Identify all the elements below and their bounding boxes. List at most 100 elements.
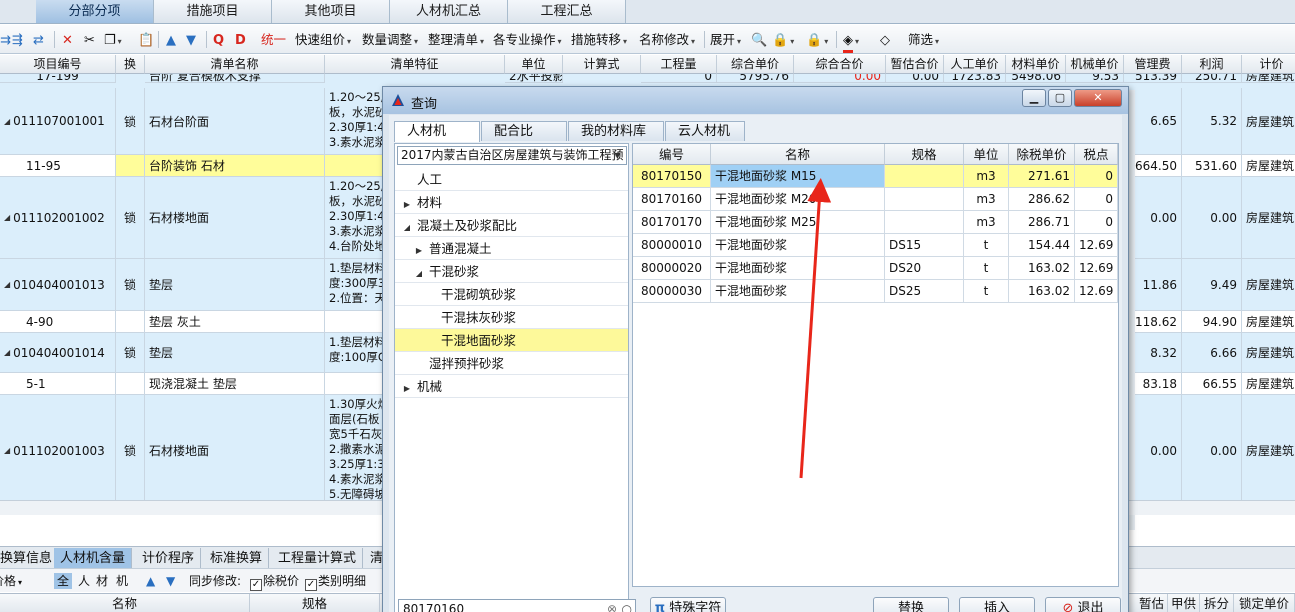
insert-icon[interactable]: ⇉ xyxy=(0,30,11,49)
rename-button[interactable]: 名称修改 ▾ xyxy=(639,30,695,49)
collapse-icon[interactable]: ◢ xyxy=(4,446,10,455)
eraser-icon[interactable]: ◇ xyxy=(880,30,890,49)
tab-gongcheng[interactable]: 工程汇总 xyxy=(508,0,626,23)
measure-transfer-button[interactable]: 措施转移 ▾ xyxy=(571,30,627,49)
search-icon[interactable]: ○ xyxy=(622,600,632,612)
price-dropdown[interactable]: 价格▾ xyxy=(0,573,22,589)
tree-item[interactable]: 人工 xyxy=(395,168,628,191)
collapse-icon[interactable]: ◢ xyxy=(4,348,10,357)
collapse-icon[interactable]: ◢ xyxy=(4,117,10,126)
tree-item[interactable]: 干混砌筑砂浆 xyxy=(395,283,628,306)
quick-price-button[interactable]: 快速组价 ▾ xyxy=(295,30,351,49)
tax-price-checkbox[interactable]: ✓ 除税价 xyxy=(250,573,299,591)
tab-rencaiji[interactable]: 人材机汇总 xyxy=(390,0,508,23)
col-est[interactable]: 暂估合价 xyxy=(886,55,944,74)
tab-pricing-program[interactable]: 计价程序 xyxy=(136,548,202,569)
tab-fenbu[interactable]: 分部分项 xyxy=(36,0,154,23)
insert-button[interactable]: 插入 xyxy=(959,597,1035,612)
tab-cuoshi[interactable]: 措施项目 xyxy=(154,0,272,23)
chevron-down-icon[interactable]: ▼ xyxy=(611,147,624,164)
col-material[interactable]: 材料单价 xyxy=(1006,55,1066,74)
col-rname[interactable]: 名称 xyxy=(711,144,885,165)
col-total[interactable]: 综合合价 xyxy=(794,55,886,74)
col-swap[interactable]: 换 xyxy=(116,55,145,74)
collapse-icon[interactable]: ◢ xyxy=(401,216,413,239)
col-res-split[interactable]: 拆分 xyxy=(1200,594,1234,612)
move-up-icon[interactable]: ▲ xyxy=(146,573,155,589)
category-detail-checkbox[interactable]: ✓ 类别明细 xyxy=(305,573,366,591)
col-res-est[interactable]: 暂估 xyxy=(1136,594,1168,612)
col-profit[interactable]: 利润 xyxy=(1182,55,1242,74)
tab-conversion-info[interactable]: 换算信息 xyxy=(0,548,60,569)
filter-labor[interactable]: 人 xyxy=(78,573,90,589)
lock-all-icon[interactable]: 🔒 ▾ xyxy=(806,30,828,49)
tab-standard-conversion[interactable]: 标准换算 xyxy=(204,548,270,569)
fill-color-icon[interactable]: ◈ ▾ xyxy=(843,30,859,53)
resource-row[interactable]: 80000030 干混地面砂浆 DS25 t 163.02 12.69 xyxy=(633,280,1118,303)
quota-d-icon[interactable]: D xyxy=(235,30,246,49)
delete-icon[interactable]: ✕ xyxy=(62,30,73,49)
copy-icon[interactable]: ❐ ▾ xyxy=(104,30,122,49)
tree-item[interactable]: ▶ 普通混凝土 xyxy=(395,237,628,260)
col-res-spec[interactable]: 规格 xyxy=(250,594,380,612)
cut-icon[interactable]: ✂ xyxy=(84,30,95,49)
filter-all[interactable]: 全 xyxy=(54,573,73,589)
tab-resource-content[interactable]: 人材机含量 xyxy=(54,548,133,569)
col-code[interactable]: 项目编号 xyxy=(0,55,116,74)
insert-child-icon[interactable]: ⇶ xyxy=(12,30,23,49)
col-machine[interactable]: 机械单价 xyxy=(1066,55,1124,74)
expand-icon[interactable]: ▶ xyxy=(413,239,425,262)
tree-item[interactable]: ◢ 干混砂浆 xyxy=(395,260,628,283)
col-features[interactable]: 清单特征 xyxy=(325,55,505,74)
resource-row[interactable]: 80170170 干混地面砂浆 M25 m3 286.71 0 xyxy=(633,211,1118,234)
lock-icon[interactable]: 🔒 ▾ xyxy=(772,30,794,49)
col-qty[interactable]: 工程量 xyxy=(641,55,717,74)
dtab-mix-ratio[interactable]: 配合比 xyxy=(481,121,567,141)
col-mgmt[interactable]: 管理费 xyxy=(1124,55,1182,74)
col-unit[interactable]: 单位 xyxy=(505,55,563,74)
tree-item[interactable]: 湿拌预拌砂浆 xyxy=(395,352,628,375)
tree-item[interactable]: 干混抹灰砂浆 xyxy=(395,306,628,329)
organize-list-button[interactable]: 整理清单 ▾ xyxy=(428,30,484,49)
tab-qita[interactable]: 其他项目 xyxy=(272,0,390,23)
col-runit[interactable]: 单位 xyxy=(964,144,1009,165)
find-icon[interactable]: 🔍 xyxy=(751,30,767,49)
expand-button[interactable]: 展开 ▾ xyxy=(710,30,741,49)
tab-qty-formula[interactable]: 工程量计算式 xyxy=(272,548,364,569)
filter-machine[interactable]: 机 xyxy=(116,573,128,589)
col-rspec[interactable]: 规格 xyxy=(885,144,964,165)
quota-q-icon[interactable]: Q xyxy=(213,30,224,49)
filter-button[interactable]: 筛选 ▾ xyxy=(908,30,939,49)
collapse-icon[interactable]: ◢ xyxy=(413,262,425,285)
col-rcode[interactable]: 编号 xyxy=(633,144,711,165)
dtab-cloud[interactable]: 云人材机 xyxy=(665,121,745,141)
collapse-icon[interactable]: ◢ xyxy=(4,280,10,289)
col-unit-price[interactable]: 综合单价 xyxy=(717,55,794,74)
move-down-icon[interactable]: ▼ xyxy=(186,30,196,49)
resource-row[interactable]: 80000010 干混地面砂浆 DS15 t 154.44 12.69 xyxy=(633,234,1118,257)
library-select[interactable]: 2017内蒙古自治区房屋建筑与装饰工程预 ▼ xyxy=(397,146,627,165)
col-res-owner[interactable]: 甲供 xyxy=(1168,594,1200,612)
col-res-name[interactable]: 名称 xyxy=(0,594,250,612)
filter-material[interactable]: 材 xyxy=(96,573,108,589)
col-pricing[interactable]: 计价 xyxy=(1242,55,1295,74)
tree-item[interactable]: ◢ 混凝土及砂浆配比 xyxy=(395,214,628,237)
resource-row[interactable]: 80170160 干混地面砂浆 M20 m3 286.62 0 xyxy=(633,188,1118,211)
resource-row[interactable]: 80170150 干混地面砂浆 M15 m3 271.61 0 xyxy=(633,165,1118,188)
col-rtax[interactable]: 税点 xyxy=(1075,144,1118,165)
move-down-icon[interactable]: ▼ xyxy=(166,573,175,589)
dtab-my-library[interactable]: 我的材料库 xyxy=(568,121,664,141)
col-labor[interactable]: 人工单价 xyxy=(944,55,1006,74)
move-up-icon[interactable]: ▲ xyxy=(166,30,176,49)
maximize-button[interactable]: ▢ xyxy=(1048,89,1072,107)
tree-item[interactable]: ▶ 材料 xyxy=(395,191,628,214)
exit-button[interactable]: ⊘ 退出 xyxy=(1045,597,1121,612)
code-search-input[interactable]: 80170160 ⊗ ○ xyxy=(398,599,636,612)
add-row-icon[interactable]: ⇄ xyxy=(33,30,44,49)
minimize-button[interactable]: ▁ xyxy=(1022,89,1046,107)
dtab-resources[interactable]: 人材机 xyxy=(394,121,480,142)
special-char-button[interactable]: π 特殊字符 xyxy=(650,597,726,612)
resource-row[interactable]: 80000020 干混地面砂浆 DS20 t 163.02 12.69 xyxy=(633,257,1118,280)
col-rprice[interactable]: 除税单价 xyxy=(1009,144,1075,165)
paste-icon[interactable]: 📋 xyxy=(138,30,154,49)
